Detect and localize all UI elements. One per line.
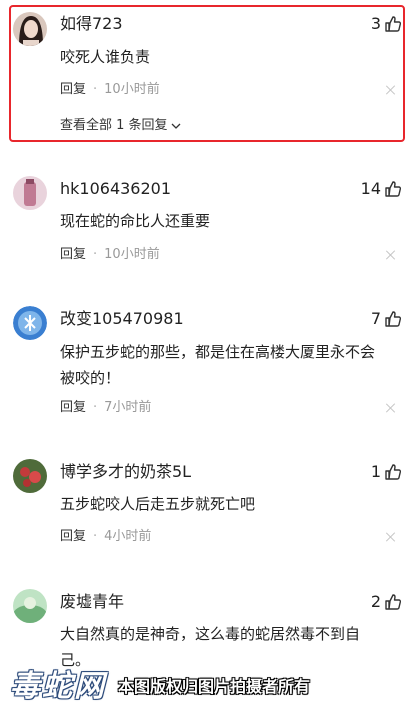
comment-text: 保护五步蛇的那些，都是住在高楼大厦里永不会 被咬的！ bbox=[60, 339, 400, 391]
timestamp: 7小时前 bbox=[104, 400, 152, 415]
like-button[interactable]: 14 bbox=[361, 179, 402, 199]
like-button[interactable]: 7 bbox=[371, 309, 402, 329]
blue-ice-icon bbox=[13, 306, 47, 340]
close-icon[interactable] bbox=[386, 403, 396, 413]
like-count: 14 bbox=[360, 179, 381, 198]
avatar[interactable] bbox=[13, 459, 47, 493]
comment-text: 大自然真的是神奇，这么毒的蛇居然毒不到自 己。 bbox=[60, 621, 400, 673]
watermark-caption: 本图版权归图片拍摄者所有 bbox=[118, 677, 311, 696]
thumbs-up-icon bbox=[385, 594, 402, 610]
thumbs-up-icon bbox=[385, 311, 402, 327]
like-count: 2 bbox=[370, 592, 381, 611]
avatar[interactable] bbox=[13, 589, 47, 623]
comment-text-line: 保护五步蛇的那些，都是住在高楼大厦里永不会 bbox=[60, 343, 376, 361]
green-landscape-icon bbox=[13, 589, 47, 623]
timestamp: 10小时前 bbox=[104, 247, 160, 262]
like-button[interactable]: 1 bbox=[371, 462, 402, 482]
username[interactable]: hk106436201 bbox=[60, 179, 171, 199]
separator: · bbox=[93, 400, 98, 415]
reply-button[interactable]: 回复 bbox=[60, 528, 86, 546]
reply-button[interactable]: 回复 bbox=[60, 246, 86, 264]
separator: · bbox=[93, 529, 98, 544]
timestamp: 4小时前 bbox=[104, 529, 152, 544]
close-icon[interactable] bbox=[386, 250, 396, 260]
comment-meta: 回复 · 7小时前 bbox=[60, 399, 151, 417]
thumbs-up-icon bbox=[385, 181, 402, 197]
like-count: 1 bbox=[370, 462, 381, 481]
comment-text-line: 被咬的！ bbox=[60, 369, 121, 387]
thumbs-up-icon bbox=[385, 464, 402, 480]
red-flower-icon bbox=[13, 459, 47, 493]
like-count: 7 bbox=[370, 309, 381, 328]
separator: · bbox=[93, 247, 98, 262]
reply-button[interactable]: 回复 bbox=[60, 399, 86, 417]
watermark: 毒蛇网 本图版权归图片拍摄者所有 bbox=[0, 668, 416, 707]
comment-text: 现在蛇的命比人还重要 bbox=[60, 212, 211, 230]
highlight-box bbox=[9, 5, 405, 142]
username[interactable]: 博学多才的奶茶5L bbox=[60, 462, 191, 482]
username[interactable]: 废墟青年 bbox=[60, 592, 124, 612]
comment-text: 五步蛇咬人后走五步就死亡吧 bbox=[60, 495, 256, 513]
watermark-logo: 毒蛇网 bbox=[10, 669, 106, 704]
close-icon[interactable] bbox=[386, 532, 396, 542]
avatar[interactable] bbox=[13, 176, 47, 210]
comment-text-line: 大自然真的是神奇，这么毒的蛇居然毒不到自 bbox=[60, 625, 361, 643]
comment-meta: 回复 · 10小时前 bbox=[60, 246, 160, 264]
like-button[interactable]: 2 bbox=[371, 592, 402, 612]
avatar[interactable] bbox=[13, 306, 47, 340]
username[interactable]: 改变105470981 bbox=[60, 309, 184, 329]
comment-meta: 回复 · 4小时前 bbox=[60, 528, 151, 546]
pink-bottle-icon bbox=[13, 176, 47, 210]
